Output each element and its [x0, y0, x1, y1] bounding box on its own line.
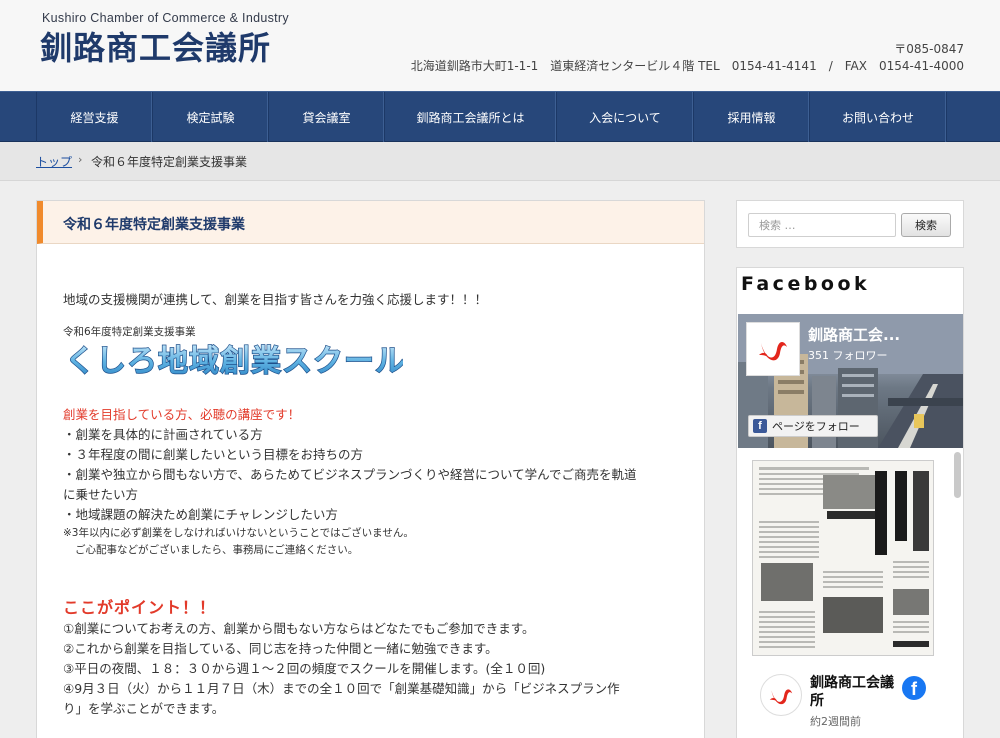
nav-item-rooms[interactable]: 貸会議室 [269, 92, 385, 142]
point-item: り」を学ぶことができます。 [63, 701, 225, 716]
facebook-heading: Facebook [741, 273, 871, 295]
facebook-page-name[interactable]: 釧路商工会... [808, 324, 900, 345]
feed-scrollbar[interactable] [954, 452, 961, 498]
follow-label: ページをフォロー [772, 420, 860, 433]
contact-address: 北海道釧路市大町1-1-1 道東経済センタービル４階 TEL 0154-41-4… [410, 59, 964, 73]
nav-list: 経営支援 検定試験 貸会議室 釧路商工会議所とは 入会について 採用情報 お問い… [36, 92, 947, 142]
facebook-widget: Facebook 釧路商工会... 351 フォロワー f ページをフォロー 釧… [736, 267, 964, 738]
page-title: 令和６年度特定創業支援事業 [63, 217, 245, 233]
search-input[interactable] [748, 213, 896, 237]
facebook-cover-photo[interactable]: 釧路商工会... 351 フォロワー f ページをフォロー [738, 314, 963, 448]
nav-item-recruit[interactable]: 採用情報 [694, 92, 810, 142]
note-line: ※3年以内に必ず創業をしなければいけないということではございません。 [63, 527, 414, 539]
logo-japanese[interactable]: 釧路商工会議所 [40, 23, 271, 69]
target-item: に乗せたい方 [63, 487, 139, 502]
post-author-logo-icon[interactable] [760, 674, 802, 716]
main-nav: 経営支援 検定試験 貸会議室 釧路商工会議所とは 入会について 採用情報 お問い… [0, 91, 1000, 142]
target-item: ・３年程度の間に創業したいという目標をお持ちの方 [63, 447, 364, 462]
chamber-logo-icon[interactable] [746, 322, 800, 376]
nav-item-contact[interactable]: お問い合わせ [810, 92, 947, 142]
banner-caption: 令和6年度特定創業支援事業 [63, 326, 196, 338]
target-item: ・地域課題の解決ため創業にチャレンジしたい方 [63, 507, 338, 522]
article-title-bar: 令和６年度特定創業支援事業 [37, 201, 704, 244]
facebook-follow-button[interactable]: f ページをフォロー [748, 415, 878, 437]
facebook-feed[interactable]: 釧路商工会議所 約2週間前 f [738, 448, 963, 738]
point-item: ③平日の夜間、１８：３０から週１～２回の頻度でスクールを開催します。(全１０回) [63, 661, 546, 676]
breadcrumb-current: 令和６年度特定創業支援事業 [91, 155, 248, 169]
target-item: ・創業や独立から間もない方で、あらためてビジネスプランづくりや経営について学んで… [63, 467, 637, 482]
nav-item-membership[interactable]: 入会について [557, 92, 694, 142]
nav-item-management[interactable]: 経営支援 [37, 92, 153, 142]
chamber-logo-mark [759, 342, 787, 361]
facebook-f-icon: f [753, 419, 767, 433]
breadcrumb-home-link[interactable]: トップ [36, 153, 72, 170]
school-banner-image: くしろ地域創業スクール [64, 343, 403, 379]
intro-text: 地域の支援機関が連携して、創業を目指す皆さんを力強く応援します！！！ [63, 292, 488, 307]
site-header: Kushiro Chamber of Commerce & Industry 釧… [0, 0, 1000, 91]
point-item: ④9月３日（火）から１１月７日（木）までの全１０回で「創業基礎知識」から「ビジネ… [63, 681, 620, 696]
point-item: ②これから創業を目指している、同じ志を持った仲間と一緒に勉強できます。 [63, 641, 498, 656]
newspaper-graphic [753, 461, 933, 655]
post-author-name[interactable]: 釧路商工会議所 [810, 674, 902, 710]
nav-item-about[interactable]: 釧路商工会議所とは [385, 92, 557, 142]
breadcrumb: トップ › 令和６年度特定創業支援事業 [0, 142, 1000, 181]
facebook-followers: 351 フォロワー [808, 349, 888, 362]
search-button[interactable]: 検索 [901, 213, 951, 237]
nav-item-exams[interactable]: 検定試験 [153, 92, 269, 142]
chevron-right-icon: › [78, 153, 83, 166]
facebook-f-icon[interactable]: f [902, 676, 926, 700]
banner-title: くしろ地域創業スクール [65, 344, 403, 379]
note-line: ご心配事などがございましたら、事務局にご連絡ください。 [75, 544, 359, 556]
post-timestamp[interactable]: 約2週間前 [810, 713, 861, 729]
point-item: ①創業についてお考えの方、創業から間もない方ならはどなたでもご参加できます。 [63, 621, 535, 636]
target-heading: 創業を目指している方、必聴の講座です！ [63, 407, 301, 422]
search-widget: 検索 [736, 200, 964, 248]
target-item: ・創業を具体的に計画されている方 [63, 427, 263, 442]
post-logo-mark [769, 689, 793, 705]
postal-code: 〒085-0847 [894, 42, 964, 56]
article-card: 令和６年度特定創業支援事業 地域の支援機関が連携して、創業を目指す皆さんを力強く… [36, 200, 705, 738]
points-heading: ここがポイント！！ [63, 598, 217, 617]
newspaper-clipping-image[interactable] [752, 460, 934, 656]
